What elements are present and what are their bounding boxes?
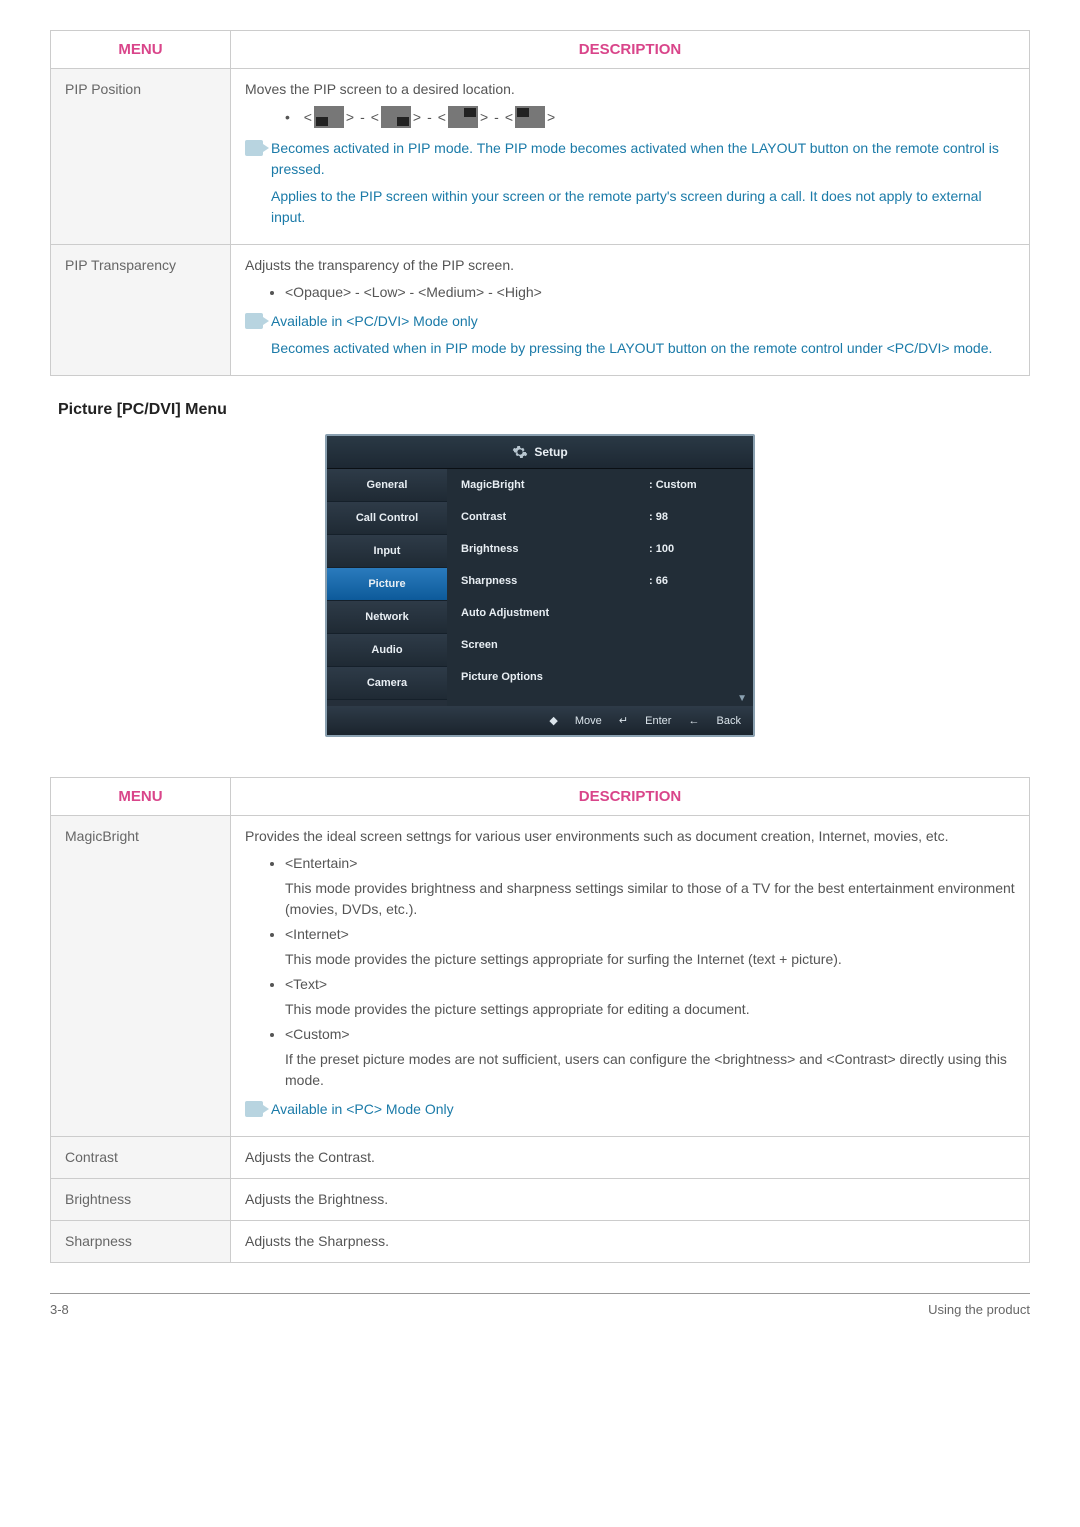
mode-desc: This mode provides the picture settings … xyxy=(285,949,1015,970)
osd-screenshot: Setup GeneralCall ControlInputPictureNet… xyxy=(50,434,1030,737)
mode-title: <Text> xyxy=(285,976,327,992)
list-item: <Entertain> This mode provides brightness… xyxy=(285,853,1015,920)
osd-setting-row: Sharpness: 66 xyxy=(447,565,753,597)
menu-name: MagicBright xyxy=(51,816,231,1137)
page-footer: 3-8 Using the product xyxy=(50,1293,1030,1317)
osd-setting-label: Screen xyxy=(461,639,649,651)
pip-pos-top-right-icon xyxy=(448,106,478,128)
osd-setting-value xyxy=(649,607,739,619)
note-text: Available in <PC> Mode Only xyxy=(245,1099,1015,1120)
note-text: Applies to the PIP screen within your sc… xyxy=(245,186,1015,228)
osd-sidebar: GeneralCall ControlInputPictureNetworkAu… xyxy=(327,469,447,706)
menu-name: PIP Position xyxy=(51,69,231,245)
note-text: Becomes activated when in PIP mode by pr… xyxy=(245,338,1015,359)
list-item: <Internet> This mode provides the picture… xyxy=(285,924,1015,970)
intro-text: Moves the PIP screen to a desired locati… xyxy=(245,79,1015,100)
intro-text: Adjusts the transparency of the PIP scre… xyxy=(245,255,1015,276)
osd-sidebar-item: Call Control xyxy=(327,502,447,535)
menu-desc: Adjusts the Contrast. xyxy=(231,1137,1030,1179)
table-row: PIP Transparency Adjusts the transparenc… xyxy=(51,245,1030,376)
osd-hint-move: ◆ Move xyxy=(549,715,601,727)
pip-pos-bottom-right-icon xyxy=(381,106,411,128)
col-header-menu: MENU xyxy=(51,31,231,69)
osd-setting-value: : Custom xyxy=(649,479,739,491)
osd-setting-label: Auto Adjustment xyxy=(461,607,649,619)
osd-sidebar-item: Input xyxy=(327,535,447,568)
osd-sidebar-item: Picture xyxy=(327,568,447,601)
osd-sidebar-item: General xyxy=(327,469,447,502)
note-icon xyxy=(245,140,263,156)
list-item: <Text> This mode provides the picture set… xyxy=(285,974,1015,1020)
osd-setting-row: Brightness: 100 xyxy=(447,533,753,565)
osd-sidebar-item: Network xyxy=(327,601,447,634)
mode-title: <Entertain> xyxy=(285,855,357,871)
menu-name: Brightness xyxy=(51,1179,231,1221)
osd-hint-enter: ↵ Enter xyxy=(619,715,672,727)
list-item: <Custom> If the preset picture modes are … xyxy=(285,1024,1015,1091)
osd-title-bar: Setup xyxy=(327,436,753,469)
osd-setting-value: : 100 xyxy=(649,543,739,555)
osd-setting-value xyxy=(649,639,739,651)
osd-sidebar-item: Audio xyxy=(327,634,447,667)
table-row: Brightness Adjusts the Brightness. xyxy=(51,1179,1030,1221)
menu-desc: Adjusts the Brightness. xyxy=(231,1179,1030,1221)
scroll-down-icon: ▼ xyxy=(447,693,753,706)
note-text: Available in <PC/DVI> Mode only xyxy=(245,311,1015,332)
osd-setting-value xyxy=(649,671,739,683)
col-header-desc: DESCRIPTION xyxy=(231,31,1030,69)
pip-pos-top-left-icon xyxy=(515,106,545,128)
mode-desc: This mode provides the picture settings … xyxy=(285,999,1015,1020)
pip-position-icons: • <> - <> - <> - <> xyxy=(285,106,1015,128)
osd-setting-row: Auto Adjustment xyxy=(447,597,753,629)
page-number: 3-8 xyxy=(50,1302,69,1317)
gear-icon xyxy=(512,444,528,460)
osd-setting-label: MagicBright xyxy=(461,479,649,491)
list-item: <Opaque> - <Low> - <Medium> - <High> xyxy=(285,282,1015,303)
mode-title: <Custom> xyxy=(285,1026,350,1042)
menu-name: Contrast xyxy=(51,1137,231,1179)
osd-setting-row: Picture Options xyxy=(447,661,753,693)
osd-sidebar-item: Camera xyxy=(327,667,447,700)
osd-setting-row: MagicBright: Custom xyxy=(447,469,753,501)
intro-text: Provides the ideal screen settngs for va… xyxy=(245,826,1015,847)
osd-setting-value: : 98 xyxy=(649,511,739,523)
osd-setting-row: Contrast: 98 xyxy=(447,501,753,533)
osd-panel: Setup GeneralCall ControlInputPictureNet… xyxy=(325,434,755,737)
note-icon xyxy=(245,1101,263,1117)
osd-main-panel: MagicBright: CustomContrast: 98Brightnes… xyxy=(447,469,753,706)
note-text: Becomes activated in PIP mode. The PIP m… xyxy=(245,138,1015,180)
menu-desc: Adjusts the transparency of the PIP scre… xyxy=(231,245,1030,376)
col-header-menu: MENU xyxy=(51,778,231,816)
modes-list: <Entertain> This mode provides brightness… xyxy=(285,853,1015,1091)
table-row: PIP Position Moves the PIP screen to a d… xyxy=(51,69,1030,245)
options-list: <Opaque> - <Low> - <Medium> - <High> xyxy=(285,282,1015,303)
mode-desc: This mode provides brightness and sharpn… xyxy=(285,878,1015,920)
table-row: MagicBright Provides the ideal screen se… xyxy=(51,816,1030,1137)
osd-hint-back: ← Back xyxy=(688,715,741,727)
osd-setting-row: Screen xyxy=(447,629,753,661)
page-section-label: Using the product xyxy=(928,1302,1030,1317)
osd-title-label: Setup xyxy=(534,445,567,459)
menu-name: PIP Transparency xyxy=(51,245,231,376)
osd-setting-label: Sharpness xyxy=(461,575,649,587)
menu-desc: Provides the ideal screen settngs for va… xyxy=(231,816,1030,1137)
note-icon xyxy=(245,313,263,329)
osd-setting-label: Contrast xyxy=(461,511,649,523)
pip-pos-bottom-left-icon xyxy=(314,106,344,128)
mode-title: <Internet> xyxy=(285,926,349,942)
menu-name: Sharpness xyxy=(51,1221,231,1263)
mode-desc: If the preset picture modes are not suff… xyxy=(285,1049,1015,1091)
pip-description-table: MENU DESCRIPTION PIP Position Moves the … xyxy=(50,30,1030,376)
menu-desc: Adjusts the Sharpness. xyxy=(231,1221,1030,1263)
section-heading: Picture [PC/DVI] Menu xyxy=(58,401,1030,419)
osd-setting-label: Picture Options xyxy=(461,671,649,683)
osd-setting-value: : 66 xyxy=(649,575,739,587)
table-row: Sharpness Adjusts the Sharpness. xyxy=(51,1221,1030,1263)
col-header-desc: DESCRIPTION xyxy=(231,778,1030,816)
osd-footer: ◆ Move ↵ Enter ← Back xyxy=(327,706,753,735)
table-row: Contrast Adjusts the Contrast. xyxy=(51,1137,1030,1179)
osd-setting-label: Brightness xyxy=(461,543,649,555)
menu-desc: Moves the PIP screen to a desired locati… xyxy=(231,69,1030,245)
picture-description-table: MENU DESCRIPTION MagicBright Provides th… xyxy=(50,777,1030,1263)
